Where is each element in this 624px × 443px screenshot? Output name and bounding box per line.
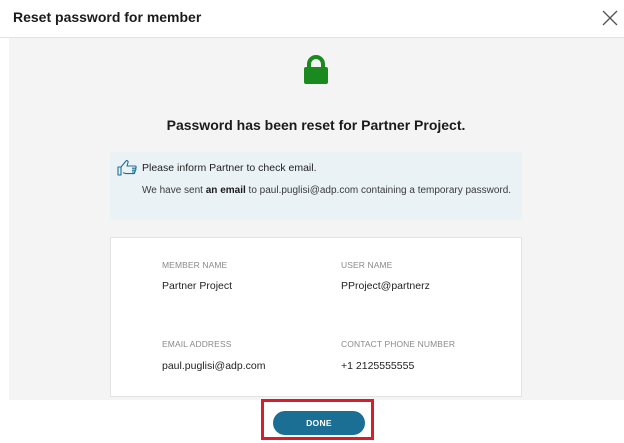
- close-button[interactable]: [600, 8, 620, 28]
- contact-phone-label: CONTACT PHONE NUMBER: [341, 339, 456, 349]
- done-button[interactable]: DONE: [273, 411, 365, 435]
- pointing-hand-icon: [117, 160, 137, 176]
- user-name-value: PProject@partnerz: [341, 280, 430, 292]
- member-name-label: MEMBER NAME: [162, 260, 228, 270]
- email-sent-bold: an email: [205, 185, 246, 196]
- email-address-label: EMAIL ADDRESS: [162, 339, 232, 349]
- info-banner: Please inform Partner to check email. We…: [110, 152, 522, 220]
- user-name-label: USER NAME: [341, 260, 393, 270]
- info-message: Please inform Partner to check email.: [142, 162, 317, 174]
- reset-password-dialog: Reset password for member Password has b…: [0, 0, 624, 443]
- member-details-card: MEMBER NAME Partner Project USER NAME PP…: [110, 237, 522, 397]
- contact-phone-value: +1 2125555555: [341, 360, 415, 372]
- email-address-value: paul.puglisi@adp.com: [162, 360, 266, 372]
- close-icon: [602, 10, 618, 26]
- reset-confirmation-headline: Password has been reset for Partner Proj…: [166, 117, 466, 133]
- email-sent-suffix: to paul.puglisi@adp.com containing a tem…: [245, 185, 512, 196]
- email-sent-prefix: We have sent: [142, 185, 206, 196]
- lock-icon: [304, 55, 328, 84]
- member-name-value: Partner Project: [162, 280, 233, 292]
- email-sent-message: We have sent an email to paul.puglisi@ad…: [142, 184, 512, 198]
- dialog-title: Reset password for member: [13, 9, 202, 25]
- dialog-header: Reset password for member: [0, 0, 624, 38]
